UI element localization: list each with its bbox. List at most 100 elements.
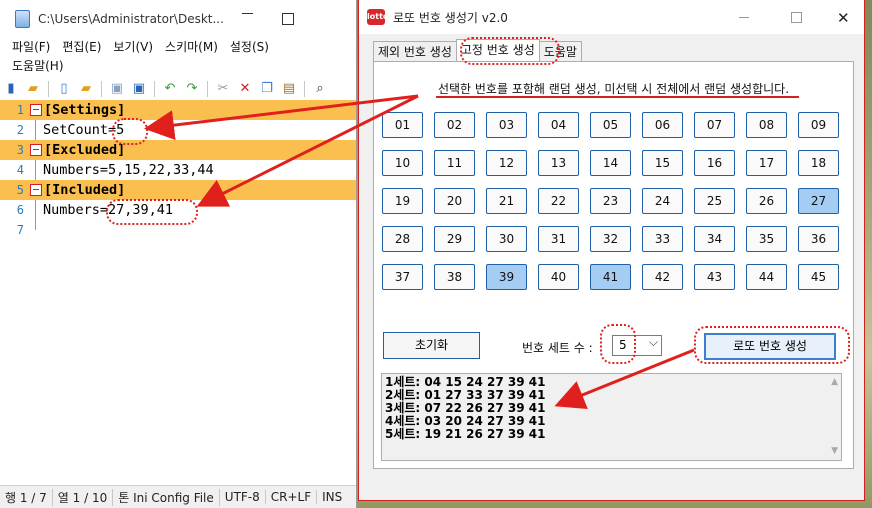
save-all-icon[interactable]: ▣ <box>131 81 147 97</box>
number-button-44[interactable]: 44 <box>746 264 787 290</box>
menu-file[interactable]: 파일(F) <box>12 40 50 54</box>
number-button-31[interactable]: 31 <box>538 226 579 252</box>
minimize-icon[interactable] <box>242 13 253 14</box>
tab-excluded[interactable]: 제외 번호 생성 <box>373 41 457 61</box>
number-button-14[interactable]: 14 <box>590 150 631 176</box>
chevron-down-icon[interactable]: ⌵ <box>649 335 658 350</box>
menu-schema[interactable]: 스키마(M) <box>165 40 218 54</box>
number-button-39[interactable]: 39 <box>486 264 527 290</box>
number-button-32[interactable]: 32 <box>590 226 631 252</box>
save-icon[interactable]: ▣ <box>109 81 125 97</box>
number-button-17[interactable]: 17 <box>746 150 787 176</box>
number-button-16[interactable]: 16 <box>694 150 735 176</box>
number-button-09[interactable]: 09 <box>798 112 839 138</box>
menu-view[interactable]: 보기(V) <box>113 40 153 54</box>
number-button-27[interactable]: 27 <box>798 188 839 214</box>
number-button-01[interactable]: 01 <box>382 112 423 138</box>
open-folder-icon[interactable]: ▰ <box>25 81 41 97</box>
number-button-40[interactable]: 40 <box>538 264 579 290</box>
redo-icon[interactable]: ↷ <box>184 81 200 97</box>
number-button-18[interactable]: 18 <box>798 150 839 176</box>
number-button-15[interactable]: 15 <box>642 150 683 176</box>
line-number: 1 <box>16 103 24 117</box>
close-icon[interactable]: ✕ <box>837 9 850 27</box>
number-button-07[interactable]: 07 <box>694 112 735 138</box>
editor-line[interactable]: 6 Numbers=27,39,41 <box>0 200 356 220</box>
number-button-02[interactable]: 02 <box>434 112 475 138</box>
number-button-03[interactable]: 03 <box>486 112 527 138</box>
number-button-33[interactable]: 33 <box>642 226 683 252</box>
paste-icon[interactable]: ▤ <box>281 81 297 97</box>
status-encoding[interactable]: UTF-8 <box>220 490 266 504</box>
fold-guide <box>35 200 36 220</box>
number-button-12[interactable]: 12 <box>486 150 527 176</box>
fold-toggle-icon[interactable] <box>30 144 42 156</box>
tab-bar: 제외 번호 생성 고정 번호 생성 도움말 <box>373 39 582 62</box>
status-schema[interactable]: 톤 Ini Config File <box>113 488 220 506</box>
reset-button[interactable]: 초기화 <box>383 332 480 359</box>
number-button-22[interactable]: 22 <box>538 188 579 214</box>
editor-line[interactable]: 4 Numbers=5,15,22,33,44 <box>0 160 356 180</box>
editor-line[interactable]: 7 <box>0 220 356 240</box>
minimize-icon[interactable] <box>739 17 749 18</box>
menu-help[interactable]: 도움말(H) <box>12 59 64 73</box>
copy-icon[interactable]: ❐ <box>259 81 275 97</box>
number-button-21[interactable]: 21 <box>486 188 527 214</box>
find-icon[interactable]: ⌕ <box>312 81 328 97</box>
cut-icon[interactable]: ✂ <box>215 81 231 97</box>
menu-edit[interactable]: 편집(E) <box>62 40 101 54</box>
number-button-37[interactable]: 37 <box>382 264 423 290</box>
number-button-30[interactable]: 30 <box>486 226 527 252</box>
number-button-28[interactable]: 28 <box>382 226 423 252</box>
status-line-ending[interactable]: CR+LF <box>266 490 318 504</box>
number-button-45[interactable]: 45 <box>798 264 839 290</box>
number-button-26[interactable]: 26 <box>746 188 787 214</box>
lotto-app-icon: lotto <box>367 9 388 25</box>
number-button-41[interactable]: 41 <box>590 264 631 290</box>
number-button-25[interactable]: 25 <box>694 188 735 214</box>
number-button-36[interactable]: 36 <box>798 226 839 252</box>
editor-line[interactable]: 2 SetCount=5 <box>0 120 356 140</box>
fold-toggle-icon[interactable] <box>30 104 42 116</box>
set-count-select[interactable]: 5 ⌵ <box>612 335 662 356</box>
number-button-11[interactable]: 11 <box>434 150 475 176</box>
number-button-24[interactable]: 24 <box>642 188 683 214</box>
editor-line[interactable]: 5 [Included] <box>0 180 356 200</box>
delete-icon[interactable]: ✕ <box>237 81 253 97</box>
number-button-08[interactable]: 08 <box>746 112 787 138</box>
new-file-icon[interactable]: ▯ <box>56 81 72 97</box>
menu-settings[interactable]: 설정(S) <box>230 40 269 54</box>
scroll-down-icon[interactable]: ▼ <box>831 445 838 458</box>
scroll-up-icon[interactable]: ▲ <box>831 376 838 389</box>
undo-icon[interactable]: ↶ <box>162 81 178 97</box>
tab-help[interactable]: 도움말 <box>538 41 582 61</box>
book-icon[interactable]: ▮ <box>3 81 19 97</box>
number-button-13[interactable]: 13 <box>538 150 579 176</box>
notepad-editor[interactable]: 1 [Settings] 2 SetCount=5 3 [Excluded] 4… <box>0 100 356 480</box>
fold-toggle-icon[interactable] <box>30 184 42 196</box>
number-button-38[interactable]: 38 <box>434 264 475 290</box>
number-button-04[interactable]: 04 <box>538 112 579 138</box>
result-textbox[interactable]: 1세트: 04 15 24 27 39 41 2세트: 01 27 33 37 … <box>381 373 842 461</box>
fold-guide <box>35 120 36 140</box>
status-insert-mode[interactable]: INS <box>317 490 347 504</box>
editor-line[interactable]: 1 [Settings] <box>0 100 356 120</box>
number-button-23[interactable]: 23 <box>590 188 631 214</box>
maximize-icon[interactable] <box>282 13 294 25</box>
number-button-20[interactable]: 20 <box>434 188 475 214</box>
number-button-05[interactable]: 05 <box>590 112 631 138</box>
number-button-43[interactable]: 43 <box>694 264 735 290</box>
open-file-icon[interactable]: ▰ <box>78 81 94 97</box>
maximize-icon[interactable] <box>791 12 802 23</box>
editor-line[interactable]: 3 [Excluded] <box>0 140 356 160</box>
number-button-35[interactable]: 35 <box>746 226 787 252</box>
number-button-19[interactable]: 19 <box>382 188 423 214</box>
number-button-42[interactable]: 42 <box>642 264 683 290</box>
line-text: SetCount=5 <box>43 122 125 138</box>
number-button-06[interactable]: 06 <box>642 112 683 138</box>
number-button-10[interactable]: 10 <box>382 150 423 176</box>
generate-button[interactable]: 로또 번호 생성 <box>704 333 836 360</box>
number-button-34[interactable]: 34 <box>694 226 735 252</box>
number-button-29[interactable]: 29 <box>434 226 475 252</box>
tab-fixed[interactable]: 고정 번호 생성 <box>455 39 540 62</box>
